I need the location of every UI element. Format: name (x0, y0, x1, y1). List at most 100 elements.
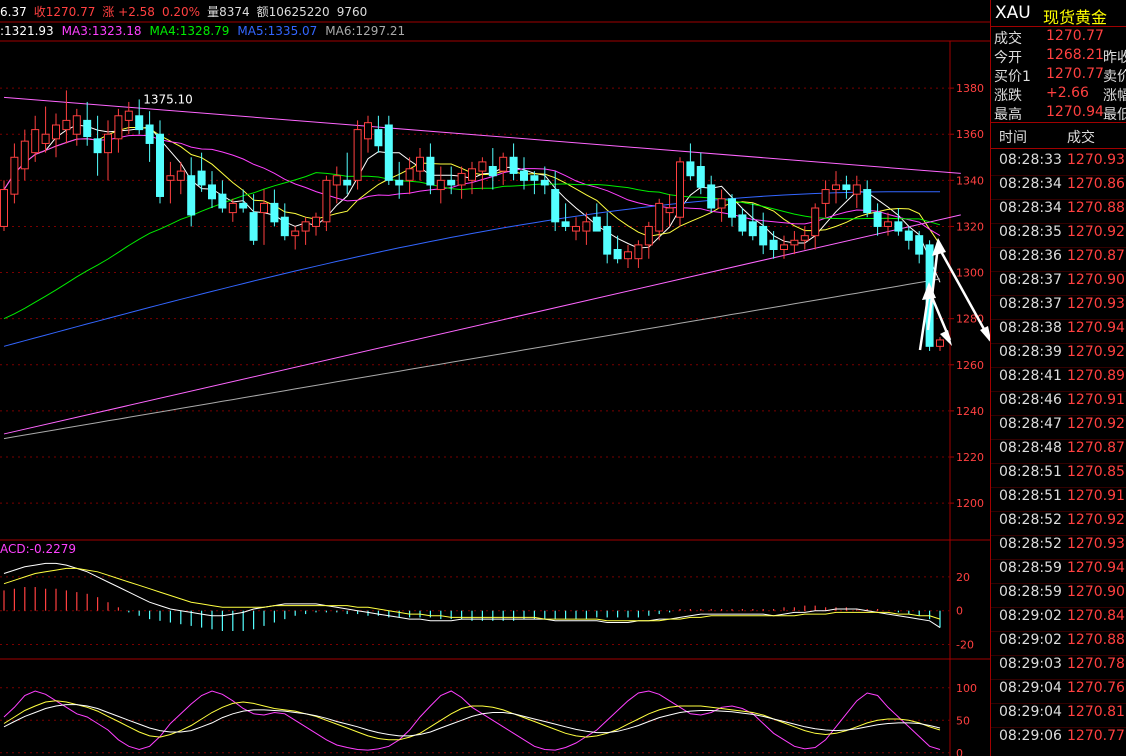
candle-body (717, 198, 726, 209)
tick-price: 1270.84 (1067, 608, 1125, 624)
sidebar-divider (991, 148, 1126, 149)
macd-pane (3, 562, 941, 631)
candle-body (436, 179, 445, 191)
quote-label: 涨跌 (994, 88, 1022, 104)
tick-divider (991, 583, 1126, 584)
candle-body (239, 202, 248, 209)
candle-body (530, 175, 539, 181)
price-tick-label: 1200 (956, 497, 984, 510)
tick-price: 1270.77 (1067, 728, 1125, 744)
candle-body (509, 156, 518, 174)
tick-divider (991, 319, 1126, 320)
header-segment: 6.37 (0, 5, 27, 19)
candle-body (676, 161, 684, 218)
candle-body (228, 202, 237, 214)
tick-time: 08:28:35 (999, 224, 1062, 240)
quote-extra-label: 涨幅 (1103, 88, 1126, 104)
candle-body (800, 235, 809, 241)
price-tick-label: 1240 (956, 405, 984, 418)
candle-body (842, 184, 851, 191)
tick-row: 08:28:51 1270.85 (991, 464, 1126, 488)
tick-row: 08:28:59 1270.94 (991, 560, 1126, 584)
quote-label: 最高 (994, 107, 1022, 123)
candle-body (582, 221, 591, 232)
chart-canvas: 1200122012401260128013001320134013601380… (0, 4, 990, 756)
tick-divider (991, 295, 1126, 296)
tick-row: 08:28:37 1270.90 (991, 272, 1126, 296)
tick-time: 08:28:34 (999, 200, 1062, 216)
candle-body (624, 251, 632, 260)
tick-time: 08:28:36 (999, 248, 1062, 264)
tick-divider (991, 703, 1126, 704)
ticks-header-price: 成交 (1067, 130, 1095, 146)
candle-body (135, 115, 144, 131)
tick-row: 08:28:52 1270.92 (991, 512, 1126, 536)
candle-body (52, 124, 60, 140)
trend-lines (3, 96, 961, 435)
instrument-title[interactable]: XAU 现货黄金 (991, 3, 1126, 27)
candle-body (790, 239, 799, 246)
candle-body (301, 221, 310, 232)
quote-row: 最高 1270.94最低 (991, 104, 1126, 123)
tick-divider (991, 511, 1126, 512)
candle-body (540, 179, 549, 186)
price-tick-label: 1220 (956, 451, 984, 464)
candle-body (499, 156, 508, 172)
candle-body (811, 207, 820, 237)
tick-divider (991, 607, 1126, 608)
tick-price: 1270.93 (1067, 296, 1125, 312)
candle-body (20, 140, 29, 170)
candle-body (728, 198, 736, 218)
tick-time: 08:28:59 (999, 584, 1062, 600)
tick-row: 08:29:04 1270.81 (991, 704, 1126, 728)
tick-divider (991, 223, 1126, 224)
quote-value: 1270.94 (1046, 104, 1104, 120)
candle-body (655, 202, 664, 232)
tick-price: 1270.90 (1067, 584, 1125, 600)
candle-body (457, 172, 466, 186)
tick-time: 08:28:34 (999, 176, 1062, 192)
candle-body (769, 239, 778, 250)
tick-price: 1270.88 (1067, 632, 1125, 648)
tick-divider (991, 655, 1126, 656)
tick-divider (991, 415, 1126, 416)
tick-price: 1270.92 (1067, 416, 1125, 432)
arrow-head (932, 238, 946, 256)
tick-price: 1270.94 (1067, 320, 1125, 336)
tick-price: 1270.89 (1067, 368, 1125, 384)
candle-body (832, 184, 840, 191)
tick-time: 08:28:48 (999, 440, 1062, 456)
quote-label: 买价1 (994, 69, 1031, 85)
tick-price: 1270.92 (1067, 512, 1125, 528)
candle-body (936, 339, 944, 347)
macd-tick-label: 0 (956, 605, 963, 618)
tick-time: 08:28:37 (999, 296, 1062, 312)
candle-body (124, 110, 133, 121)
tick-divider (991, 631, 1126, 632)
tick-row: 08:28:52 1270.93 (991, 536, 1126, 560)
candle-body (634, 244, 643, 260)
tick-price: 1270.91 (1067, 488, 1125, 504)
candle-body (520, 170, 528, 181)
tick-price: 1270.93 (1067, 536, 1125, 552)
price-tick-label: 1300 (956, 267, 984, 280)
header-segment: 0.20% (162, 5, 200, 19)
tick-price: 1270.92 (1067, 344, 1125, 360)
moving-average-line-ma1 (3, 124, 941, 283)
tick-price: 1270.85 (1067, 464, 1125, 480)
quote-sidebar: XAU 现货黄金 成交1270.77今开1268.21昨收买价11270.77卖… (990, 0, 1126, 756)
tick-row: 08:28:34 1270.88 (991, 200, 1126, 224)
tick-row: 08:28:36 1270.87 (991, 248, 1126, 272)
tick-divider (991, 487, 1126, 488)
tick-row: 08:28:48 1270.87 (991, 440, 1126, 464)
tick-price: 1270.88 (1067, 200, 1125, 216)
tick-price: 1270.81 (1067, 704, 1125, 720)
tick-time: 08:29:04 (999, 704, 1062, 720)
moving-average-line-ma6 (3, 278, 941, 440)
price-tick-label: 1320 (956, 220, 984, 233)
peak-label: 1375.10 (143, 92, 193, 106)
tick-divider (991, 247, 1126, 248)
tick-time: 08:29:06 (999, 728, 1062, 744)
ma-legend-item: MA3:1323.18 (62, 24, 142, 38)
candle-body (561, 221, 570, 227)
